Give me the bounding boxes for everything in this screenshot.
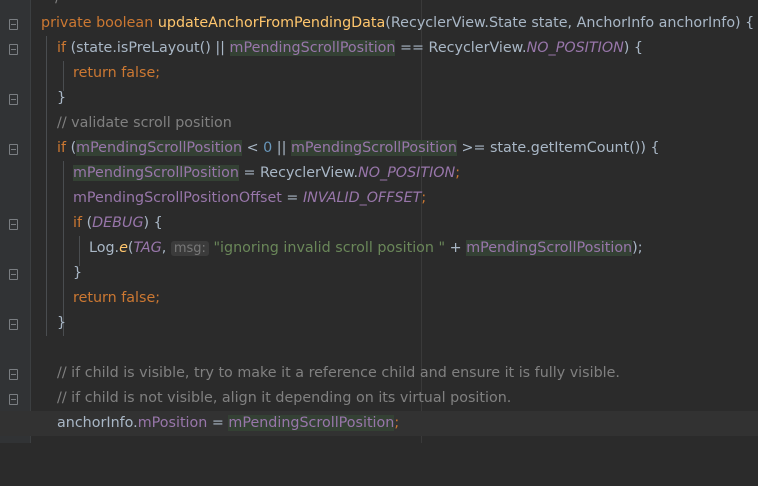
- constant: TAG: [133, 240, 162, 256]
- number-literal: 0: [263, 140, 273, 156]
- semicolon: ;: [455, 165, 461, 181]
- code-text: ,: [161, 240, 171, 256]
- field-ref: mPendingScrollPosition: [291, 140, 457, 156]
- constant: NO_POSITION: [358, 165, 456, 181]
- field-ref: mPendingScrollPosition: [73, 165, 239, 181]
- constant: INVALID_OFFSET: [302, 190, 422, 206]
- field-ref: mPendingScrollPosition: [228, 415, 395, 431]
- code-line: return false;: [0, 61, 758, 86]
- semicolon: ;: [155, 65, 161, 81]
- code-text: == RecyclerView.: [395, 40, 527, 56]
- code-text: (state.isPreLayout() ||: [70, 40, 230, 56]
- field-ref: mPendingScrollPosition: [229, 40, 396, 56]
- code-line: // if child is visible, try to make it a…: [0, 361, 758, 386]
- closing-brace: }: [57, 315, 67, 331]
- code-text: Log.: [89, 240, 120, 256]
- constant: DEBUG: [92, 215, 144, 231]
- code-line: }: [0, 261, 758, 286]
- code-text: anchorInfo.: [57, 415, 138, 431]
- doc-comment-end: */: [48, 0, 60, 11]
- code-text: ) {: [143, 215, 163, 231]
- string-literal: "ignoring invalid scroll position ": [213, 240, 446, 256]
- code-text: <: [242, 140, 264, 156]
- code-line: }: [0, 86, 758, 111]
- semicolon: ;: [155, 290, 161, 306]
- closing-brace: }: [57, 90, 67, 106]
- method-params: (RecyclerView.State state, AnchorInfo an…: [385, 15, 755, 31]
- code-text: = RecyclerView.: [238, 165, 359, 181]
- code-line: // validate scroll position: [0, 111, 758, 136]
- code-text: ) {: [623, 40, 643, 56]
- code-line: */: [0, 0, 758, 11]
- code-line: // if child is not visible, align it dep…: [0, 386, 758, 411]
- keyword: if: [73, 215, 87, 231]
- code-text: +: [445, 240, 467, 256]
- keyword: private boolean: [41, 15, 158, 31]
- code-line: }: [0, 311, 758, 336]
- field-ref: mPendingScrollPosition: [76, 140, 243, 156]
- code-line: mPendingScrollPosition = RecyclerView.NO…: [0, 161, 758, 186]
- line-comment: // if child is visible, try to make it a…: [57, 365, 620, 381]
- keyword: return false: [73, 290, 156, 306]
- method-name: updateAnchorFromPendingData: [157, 15, 386, 31]
- code-text: =: [207, 415, 229, 431]
- field-ref: mPendingScrollPositionOffset: [73, 190, 282, 206]
- code-line: Log.e(TAG, msg: "ignoring invalid scroll…: [0, 236, 758, 261]
- code-line: return false;: [0, 286, 758, 311]
- field-ref: mPosition: [137, 415, 208, 431]
- keyword: if: [57, 40, 71, 56]
- code-text: =: [281, 190, 303, 206]
- code-text: >= state.getItemCount()) {: [456, 140, 660, 156]
- code-line: mPendingScrollPositionOffset = INVALID_O…: [0, 186, 758, 211]
- code-line: if (mPendingScrollPosition < 0 || mPendi…: [0, 136, 758, 161]
- code-text: );: [632, 240, 643, 256]
- line-comment: // if child is not visible, align it dep…: [57, 390, 512, 406]
- keyword: return false: [73, 65, 156, 81]
- line-comment: // validate scroll position: [57, 115, 232, 131]
- closing-brace: }: [73, 265, 83, 281]
- code-line: if (DEBUG) {: [0, 211, 758, 236]
- keyword: if: [57, 140, 71, 156]
- semicolon: ;: [394, 415, 400, 431]
- constant: NO_POSITION: [526, 40, 624, 56]
- code-line-current: anchorInfo.mPosition = mPendingScrollPos…: [0, 411, 758, 436]
- code-line: if (state.isPreLayout() || mPendingScrol…: [0, 36, 758, 61]
- semicolon: ;: [421, 190, 427, 206]
- code-line: private boolean updateAnchorFromPendingD…: [0, 11, 758, 36]
- method-name: e: [119, 240, 128, 256]
- code-text: ||: [272, 140, 291, 156]
- parameter-hint: msg:: [170, 241, 209, 256]
- field-ref: mPendingScrollPosition: [466, 240, 633, 256]
